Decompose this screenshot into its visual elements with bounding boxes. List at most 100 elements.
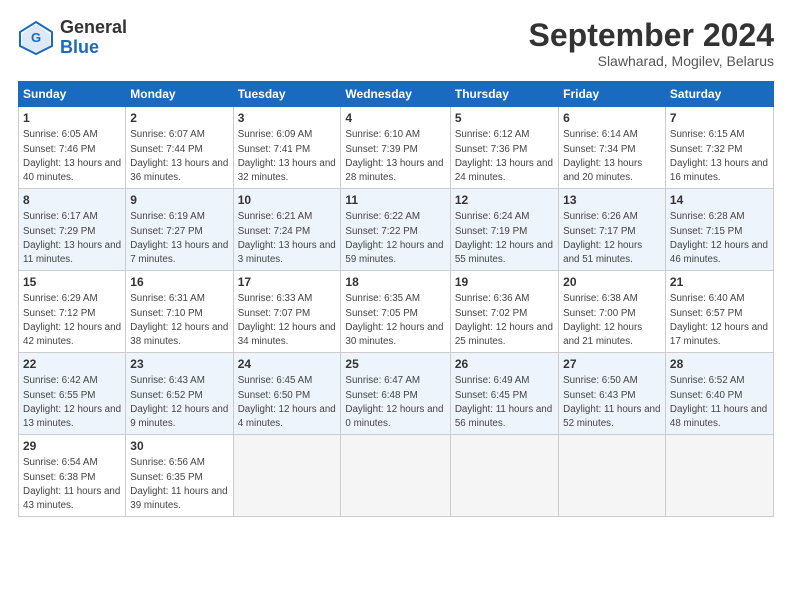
day-number: 11 [345,192,445,208]
day-info: Sunrise: 6:33 AMSunset: 7:07 PMDaylight:… [238,293,336,347]
day-info: Sunrise: 6:29 AMSunset: 7:12 PMDaylight:… [23,293,121,347]
day-number: 14 [670,192,769,208]
day-number: 18 [345,274,445,290]
day-info: Sunrise: 6:22 AMSunset: 7:22 PMDaylight:… [345,211,443,265]
day-info: Sunrise: 6:52 AMSunset: 6:40 PMDaylight:… [670,375,767,429]
day-number: 24 [238,356,337,372]
table-row: 17 Sunrise: 6:33 AMSunset: 7:07 PMDaylig… [233,271,341,353]
day-number: 20 [563,274,661,290]
day-number: 8 [23,192,121,208]
table-row: 28 Sunrise: 6:52 AMSunset: 6:40 PMDaylig… [665,353,773,435]
day-number: 5 [455,110,554,126]
day-info: Sunrise: 6:05 AMSunset: 7:46 PMDaylight:… [23,129,121,183]
day-info: Sunrise: 6:47 AMSunset: 6:48 PMDaylight:… [345,375,443,429]
table-row: 24 Sunrise: 6:45 AMSunset: 6:50 PMDaylig… [233,353,341,435]
col-friday: Friday [559,82,666,107]
day-number: 23 [130,356,228,372]
table-row: 1 Sunrise: 6:05 AMSunset: 7:46 PMDayligh… [19,107,126,189]
day-number: 10 [238,192,337,208]
table-row: 23 Sunrise: 6:43 AMSunset: 6:52 PMDaylig… [126,353,233,435]
logo-text: General Blue [60,18,127,58]
day-info: Sunrise: 6:40 AMSunset: 6:57 PMDaylight:… [670,293,768,347]
table-row: 29 Sunrise: 6:54 AMSunset: 6:38 PMDaylig… [19,435,126,517]
day-info: Sunrise: 6:56 AMSunset: 6:35 PMDaylight:… [130,457,227,511]
table-row: 6 Sunrise: 6:14 AMSunset: 7:34 PMDayligh… [559,107,666,189]
calendar-row-2: 15 Sunrise: 6:29 AMSunset: 7:12 PMDaylig… [19,271,774,353]
day-info: Sunrise: 6:07 AMSunset: 7:44 PMDaylight:… [130,129,228,183]
day-info: Sunrise: 6:12 AMSunset: 7:36 PMDaylight:… [455,129,553,183]
day-info: Sunrise: 6:24 AMSunset: 7:19 PMDaylight:… [455,211,553,265]
logo-blue: Blue [60,38,127,58]
table-row: 2 Sunrise: 6:07 AMSunset: 7:44 PMDayligh… [126,107,233,189]
table-row: 18 Sunrise: 6:35 AMSunset: 7:05 PMDaylig… [341,271,450,353]
table-row [665,435,773,517]
day-info: Sunrise: 6:54 AMSunset: 6:38 PMDaylight:… [23,457,120,511]
day-number: 17 [238,274,337,290]
day-number: 21 [670,274,769,290]
day-number: 26 [455,356,554,372]
day-info: Sunrise: 6:36 AMSunset: 7:02 PMDaylight:… [455,293,553,347]
table-row: 9 Sunrise: 6:19 AMSunset: 7:27 PMDayligh… [126,189,233,271]
day-number: 19 [455,274,554,290]
table-row: 22 Sunrise: 6:42 AMSunset: 6:55 PMDaylig… [19,353,126,435]
day-number: 29 [23,438,121,454]
table-row: 4 Sunrise: 6:10 AMSunset: 7:39 PMDayligh… [341,107,450,189]
month-title: September 2024 [529,18,774,53]
day-number: 7 [670,110,769,126]
table-row: 20 Sunrise: 6:38 AMSunset: 7:00 PMDaylig… [559,271,666,353]
day-info: Sunrise: 6:38 AMSunset: 7:00 PMDaylight:… [563,293,642,347]
page: G General Blue September 2024 Slawharad,… [0,0,792,612]
day-info: Sunrise: 6:42 AMSunset: 6:55 PMDaylight:… [23,375,121,429]
day-info: Sunrise: 6:31 AMSunset: 7:10 PMDaylight:… [130,293,228,347]
table-row: 25 Sunrise: 6:47 AMSunset: 6:48 PMDaylig… [341,353,450,435]
logo-general: General [60,18,127,38]
table-row: 13 Sunrise: 6:26 AMSunset: 7:17 PMDaylig… [559,189,666,271]
day-number: 4 [345,110,445,126]
col-wednesday: Wednesday [341,82,450,107]
day-number: 9 [130,192,228,208]
table-row: 21 Sunrise: 6:40 AMSunset: 6:57 PMDaylig… [665,271,773,353]
day-info: Sunrise: 6:45 AMSunset: 6:50 PMDaylight:… [238,375,336,429]
table-row: 12 Sunrise: 6:24 AMSunset: 7:19 PMDaylig… [450,189,558,271]
table-row: 30 Sunrise: 6:56 AMSunset: 6:35 PMDaylig… [126,435,233,517]
table-row [559,435,666,517]
day-number: 6 [563,110,661,126]
day-info: Sunrise: 6:19 AMSunset: 7:27 PMDaylight:… [130,211,228,265]
day-info: Sunrise: 6:10 AMSunset: 7:39 PMDaylight:… [345,129,443,183]
col-tuesday: Tuesday [233,82,341,107]
col-sunday: Sunday [19,82,126,107]
day-number: 15 [23,274,121,290]
title-block: September 2024 Slawharad, Mogilev, Belar… [529,18,774,69]
table-row: 7 Sunrise: 6:15 AMSunset: 7:32 PMDayligh… [665,107,773,189]
table-row [233,435,341,517]
day-info: Sunrise: 6:17 AMSunset: 7:29 PMDaylight:… [23,211,121,265]
logo-icon: G [18,20,54,56]
calendar-row-1: 8 Sunrise: 6:17 AMSunset: 7:29 PMDayligh… [19,189,774,271]
calendar-row-4: 29 Sunrise: 6:54 AMSunset: 6:38 PMDaylig… [19,435,774,517]
day-number: 16 [130,274,228,290]
header: G General Blue September 2024 Slawharad,… [18,18,774,69]
table-row: 15 Sunrise: 6:29 AMSunset: 7:12 PMDaylig… [19,271,126,353]
logo: G General Blue [18,18,127,58]
table-row: 3 Sunrise: 6:09 AMSunset: 7:41 PMDayligh… [233,107,341,189]
table-row: 5 Sunrise: 6:12 AMSunset: 7:36 PMDayligh… [450,107,558,189]
table-row: 26 Sunrise: 6:49 AMSunset: 6:45 PMDaylig… [450,353,558,435]
day-info: Sunrise: 6:14 AMSunset: 7:34 PMDaylight:… [563,129,642,183]
day-number: 28 [670,356,769,372]
calendar-header-row: Sunday Monday Tuesday Wednesday Thursday… [19,82,774,107]
table-row: 10 Sunrise: 6:21 AMSunset: 7:24 PMDaylig… [233,189,341,271]
day-info: Sunrise: 6:35 AMSunset: 7:05 PMDaylight:… [345,293,443,347]
day-number: 12 [455,192,554,208]
table-row: 16 Sunrise: 6:31 AMSunset: 7:10 PMDaylig… [126,271,233,353]
calendar-row-0: 1 Sunrise: 6:05 AMSunset: 7:46 PMDayligh… [19,107,774,189]
table-row: 27 Sunrise: 6:50 AMSunset: 6:43 PMDaylig… [559,353,666,435]
day-info: Sunrise: 6:28 AMSunset: 7:15 PMDaylight:… [670,211,768,265]
table-row [341,435,450,517]
day-number: 30 [130,438,228,454]
calendar-table: Sunday Monday Tuesday Wednesday Thursday… [18,81,774,517]
table-row: 14 Sunrise: 6:28 AMSunset: 7:15 PMDaylig… [665,189,773,271]
table-row: 8 Sunrise: 6:17 AMSunset: 7:29 PMDayligh… [19,189,126,271]
table-row [450,435,558,517]
svg-text:G: G [31,30,41,45]
day-number: 22 [23,356,121,372]
